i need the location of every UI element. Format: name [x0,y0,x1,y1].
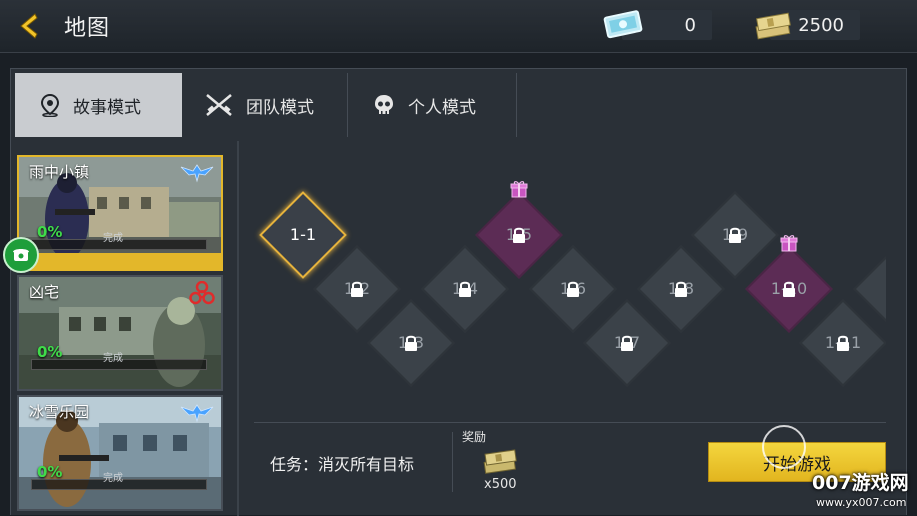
back-arrow-icon [20,13,38,39]
cash-counter: 2500 [755,10,860,40]
progress-percent: 0% [37,463,63,481]
map-name: 雨中小镇 [29,163,90,181]
map-card-rain-town[interactable]: 雨中小镇 0% 完成 [17,155,223,271]
level-node-1-11[interactable] [799,299,886,387]
selected-indicator [19,253,221,269]
progress-status: 完成 [103,473,123,484]
crossed-rifles-icon [204,92,234,118]
cash-stack-icon [480,444,522,480]
level-node-1-5[interactable] [475,191,563,279]
level-node-1-1[interactable] [259,191,347,279]
progress-percent: 0% [37,223,63,241]
tab-story-label: 故事模式 [73,97,141,118]
start-game-button[interactable]: 开始游戏 [708,442,886,482]
biohazard-icon [189,280,215,311]
level-node-1-10[interactable] [745,245,833,333]
level-node-1-4[interactable] [421,245,509,333]
cash-value: 2500 [798,14,844,36]
tab-solo-label: 个人模式 [408,97,476,118]
level-node-1-3[interactable] [367,299,455,387]
phone-button[interactable] [3,237,39,273]
mission-divider [452,432,453,492]
list-divider [237,141,239,516]
tab-story-mode[interactable]: 故事模式 [15,73,182,137]
map-card-haunted-house[interactable]: 凶宅 0% 完成 [17,275,223,391]
progress-percent: 0% [37,343,63,361]
map-card-snow-park[interactable]: 冰雪乐园 0% 完成 [17,395,223,511]
level-node-1-6[interactable] [529,245,617,333]
level-node-1-9[interactable] [691,191,779,279]
progress-status: 完成 [103,353,123,364]
map-pin-icon [39,93,61,117]
tab-solo-mode[interactable]: 个人模式 [348,73,517,137]
skull-icon [372,93,396,117]
ticket-icon [602,6,646,47]
back-button[interactable] [12,10,44,42]
mission-text: 任务：消灭所有目标 [270,455,415,474]
level-map: 1-11-21-31-41-51-61-71-81-91-101-111- [246,140,886,410]
reward-count: x500 [484,477,517,492]
bottom-divider [254,422,886,423]
level-node-1-8[interactable] [637,245,725,333]
level-node-1-2[interactable] [313,245,401,333]
phone-icon [13,249,29,261]
level-node-1-7[interactable] [583,299,671,387]
map-name: 冰雪乐园 [29,403,90,421]
reward-label: 奖励 [462,430,487,444]
mode-tabs: 故事模式 团队模式 个人模式 [15,73,517,137]
top-bar: 地图 0 2500 [0,0,917,53]
map-name: 凶宅 [29,283,60,301]
tab-team-label: 团队模式 [246,97,314,118]
tickets-value: 0 [684,14,696,36]
tab-team-mode[interactable]: 团队模式 [182,73,348,137]
tickets-counter: 0 [603,10,712,40]
eagle-icon [179,161,215,187]
eagle-icon [179,401,215,427]
page-title: 地图 [64,16,111,41]
cash-stack-icon [750,6,796,49]
progress-status: 完成 [103,233,123,244]
